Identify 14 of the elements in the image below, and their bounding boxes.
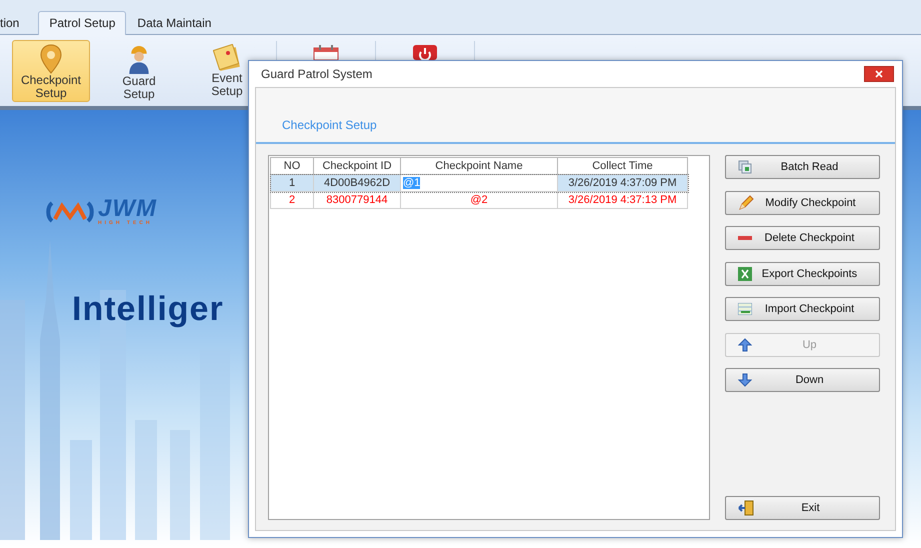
ribbon-label: Setup <box>35 86 67 100</box>
dialog-title: Guard Patrol System <box>261 67 372 81</box>
ribbon-label: Checkpoint <box>20 74 82 86</box>
banner-headline: Intelliger <box>72 290 224 329</box>
table-cell: 8300779144 <box>314 192 400 208</box>
logo-wordmark: JWM <box>98 198 157 220</box>
ribbon-label: Setup <box>123 88 155 100</box>
table-cell: @2 <box>400 192 558 208</box>
table-cell: 3/26/2019 4:37:13 PM <box>558 192 688 208</box>
ribbon-label: Guard <box>122 74 156 88</box>
section-heading: Checkpoint Setup <box>282 118 377 132</box>
ribbon-label: Event <box>212 72 242 84</box>
ribbon-label: Setup <box>211 84 243 98</box>
table-cell: 2 <box>270 192 314 208</box>
